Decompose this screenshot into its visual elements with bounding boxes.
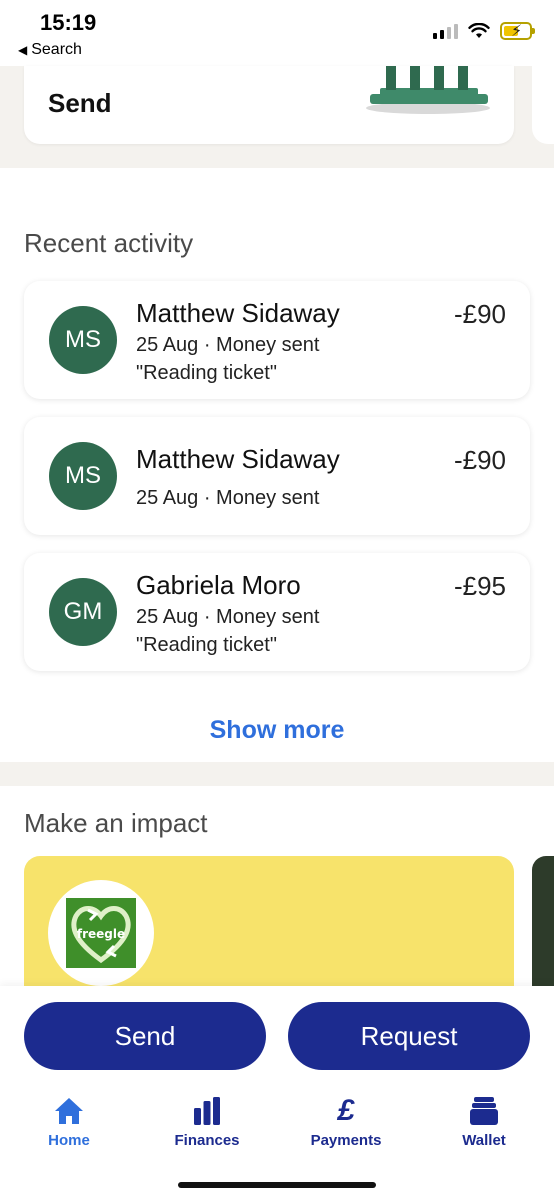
activity-note: "Reading ticket" <box>136 634 277 656</box>
activity-amount: -£95 <box>453 571 506 601</box>
tab-payments[interactable]: £ Payments <box>291 1094 401 1149</box>
bar-chart-icon <box>194 1097 220 1125</box>
back-label: Search <box>31 41 82 58</box>
avatar: MS <box>49 442 117 510</box>
next-impact-card-peek[interactable] <box>532 856 554 996</box>
impact-card[interactable]: freegle <box>24 856 514 996</box>
tab-wallet-label: Wallet <box>462 1132 506 1149</box>
status-bar: 15:19 ◀ Search ⚡ <box>0 0 554 66</box>
battery-charging-icon: ⚡ <box>500 22 535 40</box>
request-button[interactable]: Request <box>288 1002 530 1070</box>
tab-finances-label: Finances <box>174 1132 240 1149</box>
pound-icon: £ <box>337 1094 355 1127</box>
show-more-link[interactable]: Show more <box>0 716 554 745</box>
quick-actions-carousel: Send <box>0 66 554 168</box>
activity-name: Matthew Sidaway <box>136 444 340 474</box>
back-to-search-link[interactable]: ◀ Search <box>18 41 82 59</box>
back-arrow-icon: ◀ <box>18 43 28 57</box>
activity-name: Matthew Sidaway <box>136 298 340 328</box>
activity-amount: -£90 <box>453 445 506 475</box>
activity-date-type: 25 Aug · Money sent <box>136 487 320 509</box>
make-an-impact-title: Make an impact <box>24 808 208 838</box>
activity-date-type: 25 Aug · Money sent <box>136 606 320 628</box>
activity-row[interactable]: MS Matthew Sidaway 25 Aug · Money sent -… <box>24 417 530 535</box>
freegle-logo-text: freegle <box>77 927 125 941</box>
send-card[interactable]: Send <box>24 66 514 144</box>
avatar: MS <box>49 306 117 374</box>
next-card-peek[interactable] <box>532 66 554 144</box>
send-button[interactable]: Send <box>24 1002 266 1070</box>
cellular-signal-icon <box>433 23 458 39</box>
tab-wallet[interactable]: Wallet <box>429 1094 539 1149</box>
activity-date-type: 25 Aug · Money sent <box>136 334 320 356</box>
avatar: GM <box>49 578 117 646</box>
home-indicator[interactable] <box>178 1182 376 1188</box>
tab-home[interactable]: Home <box>14 1094 124 1149</box>
freegle-logo: freegle <box>66 898 136 968</box>
recent-activity-title: Recent activity <box>24 228 194 258</box>
bottom-bar: Send Request Home Finances £ Payments Wa… <box>0 986 554 1200</box>
activity-name: Gabriela Moro <box>136 570 301 600</box>
tab-home-label: Home <box>48 1132 90 1149</box>
bank-illustration-icon <box>366 66 490 114</box>
section-divider <box>0 762 554 786</box>
activity-row[interactable]: MS Matthew Sidaway 25 Aug · Money sent "… <box>24 281 530 399</box>
activity-note: "Reading ticket" <box>136 362 277 384</box>
activity-row[interactable]: GM Gabriela Moro 25 Aug · Money sent "Re… <box>24 553 530 671</box>
wifi-icon <box>468 23 490 38</box>
tab-bar: Home Finances £ Payments Wallet <box>0 1094 554 1154</box>
status-time: 15:19 <box>40 10 97 35</box>
wallet-icon <box>470 1097 498 1125</box>
send-card-title: Send <box>48 88 112 118</box>
tab-finances[interactable]: Finances <box>152 1094 262 1149</box>
tab-payments-label: Payments <box>310 1132 382 1149</box>
charity-logo: freegle <box>48 880 154 986</box>
home-icon <box>55 1098 83 1124</box>
activity-amount: -£90 <box>453 299 506 329</box>
status-icons: ⚡ <box>433 22 535 40</box>
